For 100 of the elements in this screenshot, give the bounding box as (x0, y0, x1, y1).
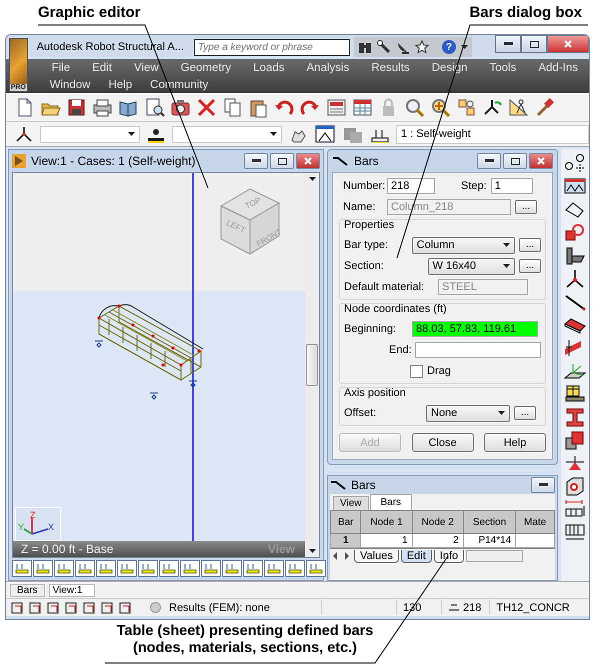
help-button[interactable]: ? (442, 40, 456, 54)
beginning-field[interactable]: 88.03, 57.83, 119.61 (412, 321, 538, 337)
bar-icon (330, 480, 346, 490)
save-icon[interactable] (66, 96, 87, 118)
menu-item[interactable]: File (40, 62, 82, 74)
minimize-button[interactable] (244, 153, 268, 169)
menu-item[interactable]: Help (99, 78, 142, 90)
dialog-button[interactable]: Help (484, 433, 546, 452)
table-header[interactable]: Section (463, 510, 516, 534)
structure-view-icon[interactable] (314, 124, 336, 144)
number-field[interactable]: 218 (387, 178, 435, 194)
hammer-icon[interactable] (534, 96, 555, 118)
bar-type-label: Bar type: (344, 239, 390, 251)
cube-face-label: LEFT (225, 218, 247, 235)
bar-icon (332, 156, 348, 166)
view-mode-label: View (268, 542, 295, 556)
zoom-extents-icon[interactable] (430, 96, 451, 118)
rotate-block-icon[interactable] (563, 222, 587, 243)
menu-item[interactable]: Community (141, 78, 218, 90)
menu-item[interactable]: Window (40, 78, 100, 90)
callout-label: Graphic editor (38, 4, 141, 21)
scrollbar-thumb[interactable] (306, 344, 318, 386)
maximize-button[interactable] (503, 153, 527, 169)
horizontal-scrollbar[interactable] (466, 550, 524, 562)
menu-item[interactable]: Geometry (170, 62, 242, 74)
browse-button[interactable]: ... (519, 259, 541, 273)
drag-checkbox[interactable] (410, 364, 423, 378)
dialog-button[interactable]: Close (412, 433, 474, 452)
node-query-icon[interactable] (14, 124, 34, 144)
offset-label: Offset: (344, 407, 378, 419)
bar-type-dropdown[interactable]: Column (412, 236, 516, 254)
table-header[interactable]: Node 1 (360, 510, 412, 534)
minimize-icon (252, 159, 260, 163)
table-header[interactable]: Bar (330, 510, 361, 534)
section-dropdown[interactable]: W 16x40 (428, 258, 516, 274)
sheet-tab[interactable]: Edit (400, 550, 432, 562)
close-button[interactable] (529, 153, 553, 169)
wrench-icon[interactable] (376, 40, 391, 54)
status-lamp (150, 602, 161, 613)
minimize-button[interactable] (495, 35, 521, 53)
model-view-icon[interactable] (456, 96, 477, 118)
view-title: View:1 - Cases: 1 (Self-weight) (31, 154, 196, 168)
measure-icon[interactable] (508, 96, 529, 118)
dimension-load-icon[interactable] (563, 498, 587, 519)
close-icon (564, 40, 572, 48)
scroll-right-icon[interactable] (342, 551, 352, 561)
maximize-button[interactable] (270, 153, 294, 169)
zoom-icon[interactable] (404, 96, 425, 118)
menu-item[interactable]: Tools (478, 62, 528, 74)
maximize-icon (510, 158, 520, 164)
calculator-icon[interactable] (326, 96, 347, 118)
sheet-tab[interactable]: Values (354, 550, 399, 562)
step-label: Step: (461, 180, 487, 192)
table-header[interactable]: Mate (516, 510, 554, 534)
caret-icon (308, 177, 316, 181)
caret-icon (460, 45, 468, 49)
dialog-title: Bars (354, 154, 379, 168)
browse-button[interactable]: ... (514, 406, 536, 420)
copy-icon[interactable] (222, 96, 243, 118)
menu-item[interactable]: Edit (81, 62, 123, 74)
step-field[interactable]: 1 (490, 178, 533, 194)
close-button[interactable] (547, 35, 589, 53)
axis-label: Z (30, 510, 36, 520)
menu-item[interactable]: View (122, 62, 170, 74)
caret-icon (128, 132, 135, 136)
minimize-button[interactable] (477, 153, 501, 169)
row-header: 1 (330, 534, 361, 548)
offset-dropdown[interactable]: None (426, 404, 510, 422)
sheet-tab[interactable]: Info (434, 550, 464, 562)
document-tab[interactable]: Bars (10, 584, 45, 596)
minimize-icon (484, 159, 494, 163)
browse-button[interactable]: ... (519, 238, 541, 252)
maximize-button[interactable] (521, 35, 547, 53)
search-field[interactable]: Type a keyword or phrase (194, 38, 350, 56)
menu-item[interactable]: Results (360, 62, 421, 74)
close-button[interactable] (296, 153, 320, 169)
delete-icon[interactable] (196, 96, 217, 118)
structure-model-drawing[interactable] (94, 304, 204, 400)
caret-icon (308, 549, 316, 553)
minimize-button[interactable] (531, 477, 555, 493)
print-preview-icon[interactable] (144, 96, 165, 118)
table-header[interactable]: Node 2 (412, 510, 464, 534)
menu-item[interactable]: Add-Ins (527, 62, 589, 74)
printer-icon[interactable] (92, 96, 113, 118)
menu-item[interactable]: Loads (242, 62, 296, 74)
table-tab[interactable]: View (333, 496, 368, 510)
node-selector[interactable] (40, 126, 140, 142)
document-tab[interactable]: View:1 (48, 584, 96, 596)
callout-label: Bars dialog box (469, 4, 582, 21)
star-icon[interactable] (414, 40, 429, 54)
table-icon[interactable] (352, 96, 373, 118)
scrollbar[interactable] (305, 173, 319, 557)
menu-item[interactable]: Analysis (296, 62, 360, 74)
node-numbering-icon[interactable] (563, 153, 587, 174)
beginning-label: Beginning: (344, 323, 397, 335)
binoculars-icon[interactable] (358, 40, 372, 54)
minimize-icon (504, 42, 512, 46)
table-tab[interactable]: Bars (370, 494, 412, 510)
cube-face-label: TOP (244, 196, 262, 211)
end-field[interactable] (415, 342, 541, 358)
